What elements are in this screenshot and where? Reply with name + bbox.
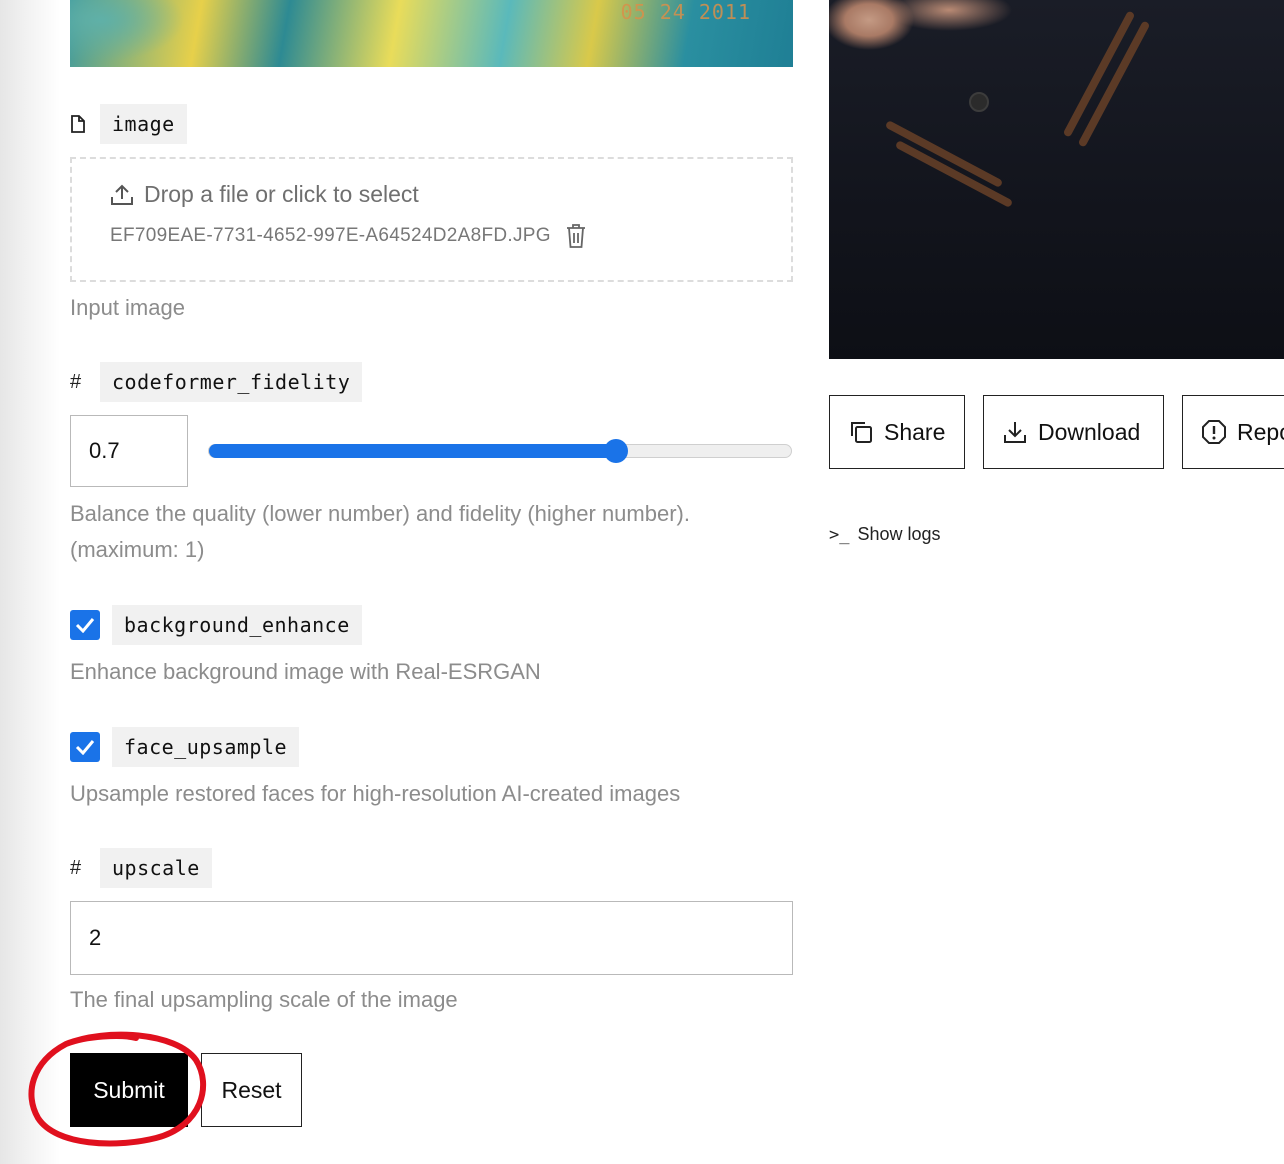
share-label: Share — [884, 418, 946, 445]
selected-file-name: EF709EAE-7731-4652-997E-A64524D2A8FD.JPG — [110, 225, 551, 246]
upscale-field-label: # upscale — [70, 848, 212, 888]
fidelity-field-label: # codeformer_fidelity — [70, 362, 363, 402]
face-upsample-field: face_upsample — [70, 727, 300, 767]
report-button[interactable]: Report — [1182, 395, 1284, 469]
image-field-name: image — [100, 104, 187, 144]
submit-button[interactable]: Submit — [70, 1053, 188, 1127]
sidebar-edge — [0, 0, 60, 1164]
number-type-icon: # — [70, 856, 82, 879]
image-help: Input image — [70, 295, 185, 320]
fidelity-number-input[interactable]: 0.7 — [70, 415, 188, 487]
background-enhance-field: background_enhance — [70, 605, 362, 645]
selected-file: EF709EAE-7731-4652-997E-A64524D2A8FD.JPG — [110, 223, 587, 249]
upscale-help: The final upsampling scale of the image — [70, 987, 458, 1012]
output-image-preview — [829, 0, 1284, 359]
page: 05 24 2011 image Drop a file or click to… — [0, 0, 1284, 1164]
copy-icon — [851, 422, 872, 443]
fidelity-slider-fill — [209, 444, 617, 458]
fidelity-slider-thumb[interactable] — [604, 439, 629, 463]
face-upsample-name: face_upsample — [112, 727, 300, 767]
show-logs-label: Show logs — [857, 524, 941, 544]
face-upsample-help: Upsample restored faces for high-resolut… — [70, 781, 681, 806]
alert-octagon-icon — [1202, 420, 1226, 444]
upscale-input[interactable]: 2 — [70, 901, 793, 975]
background-enhance-help: Enhance background image with Real-ESRGA… — [70, 659, 541, 684]
share-button[interactable]: Share — [829, 395, 965, 469]
face-upsample-checkbox[interactable] — [70, 732, 100, 762]
file-icon — [70, 115, 100, 133]
fidelity-field-name: codeformer_fidelity — [100, 362, 363, 402]
upload-icon — [111, 184, 133, 205]
download-icon — [1004, 422, 1026, 443]
input-image-preview: 05 24 2011 — [70, 0, 793, 67]
image-dropzone[interactable]: Drop a file or click to select EF709EAE-… — [70, 157, 793, 282]
terminal-icon: >_ — [829, 524, 850, 545]
reset-button[interactable]: Reset — [201, 1053, 302, 1127]
background-enhance-name: background_enhance — [112, 605, 362, 645]
fidelity-help: Balance the quality (lower number) and f… — [70, 501, 690, 562]
number-type-icon: # — [70, 370, 82, 393]
download-label: Download — [1038, 418, 1141, 445]
check-icon — [75, 618, 95, 633]
background-enhance-checkbox[interactable] — [70, 610, 100, 640]
show-logs-toggle[interactable]: >_ Show logs — [829, 524, 941, 545]
download-button[interactable]: Download — [983, 395, 1164, 469]
image-field-label: image — [70, 104, 187, 144]
report-label: Report — [1237, 418, 1284, 445]
dropzone-label: Drop a file or click to select — [144, 181, 419, 207]
fidelity-slider[interactable] — [208, 439, 792, 463]
check-icon — [75, 740, 95, 755]
upscale-field-name: upscale — [100, 848, 212, 888]
trash-icon[interactable] — [565, 223, 587, 249]
photo-date-stamp: 05 24 2011 — [620, 0, 751, 24]
dropzone-prompt[interactable]: Drop a file or click to select — [110, 181, 419, 208]
